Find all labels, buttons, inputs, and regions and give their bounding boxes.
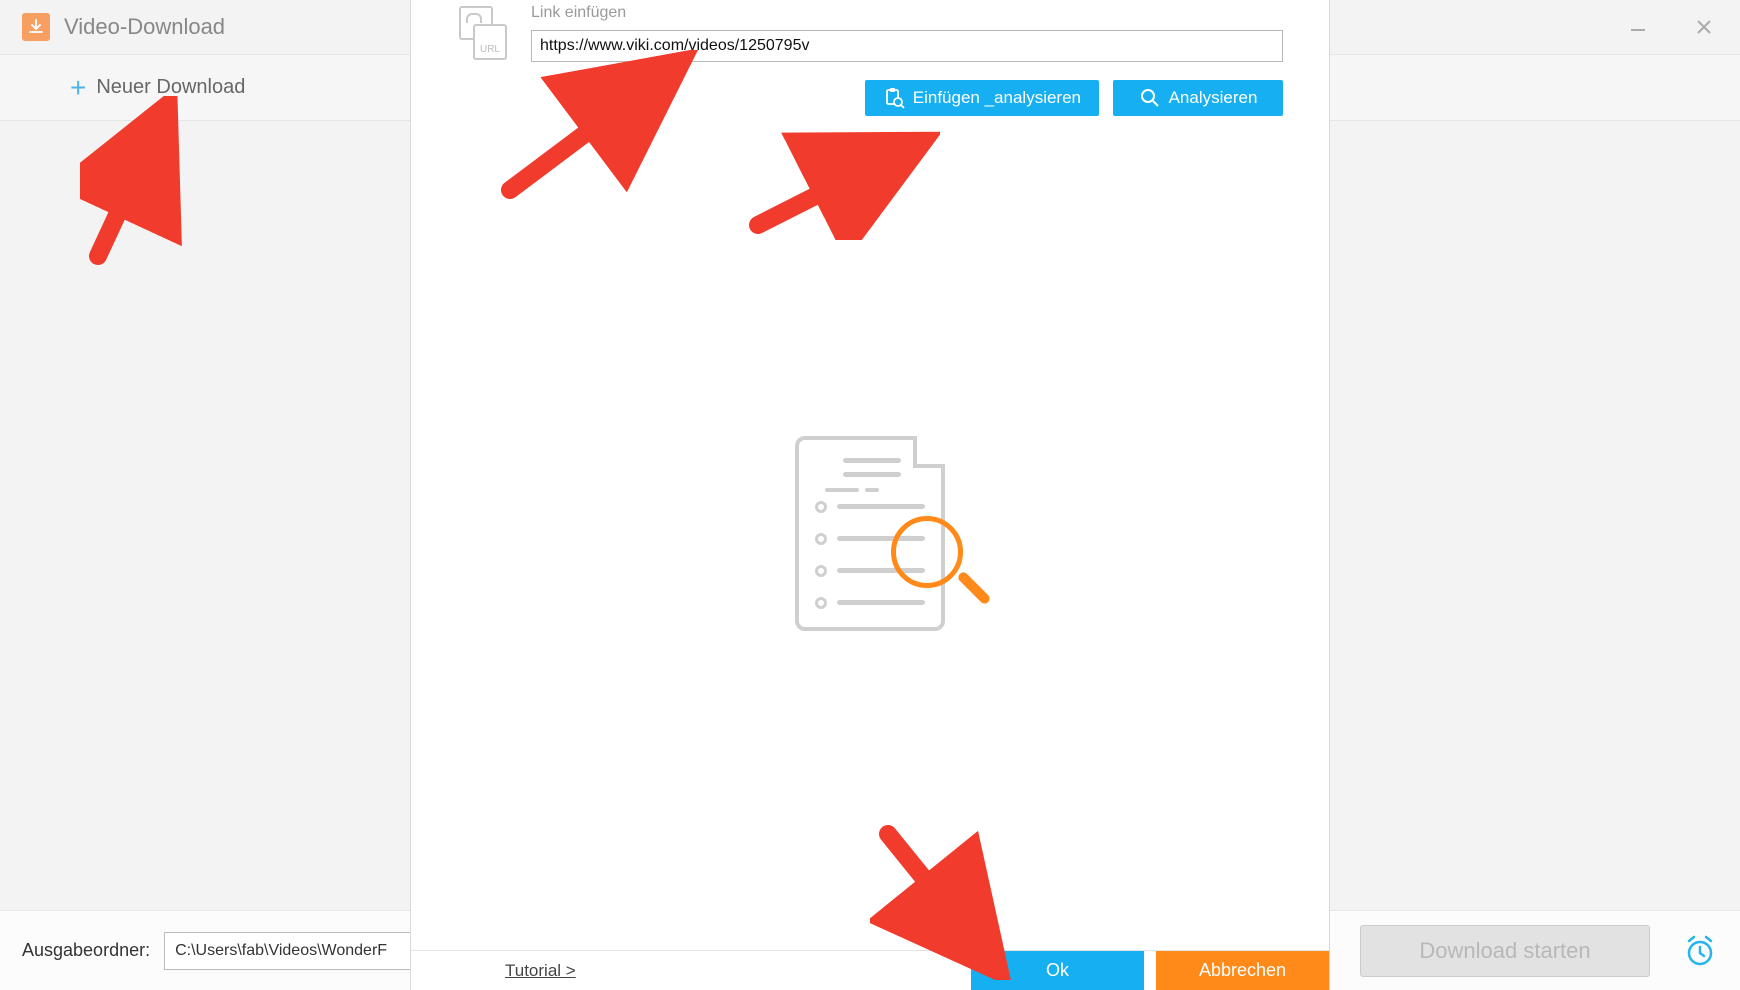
clipboard-search-icon — [883, 87, 905, 109]
url-input[interactable] — [531, 30, 1283, 62]
analyze-label: Analysieren — [1169, 88, 1258, 108]
cancel-button[interactable]: Abbrechen — [1156, 951, 1329, 990]
paste-analyze-button[interactable]: Einfügen _analysieren — [865, 80, 1099, 116]
url-document-icon: URL — [455, 6, 511, 64]
dialog-body — [411, 116, 1329, 950]
link-insert-label: Link einfügen — [531, 4, 1285, 22]
ok-button[interactable]: Ok — [971, 951, 1144, 990]
dialog-footer: Tutorial > Ok Abbrechen — [411, 950, 1329, 990]
magnifier-icon — [891, 516, 963, 588]
search-icon — [1139, 87, 1161, 109]
add-url-dialog: URL Link einfügen Einfügen _analysieren … — [410, 0, 1330, 990]
download-start-button[interactable]: Download starten — [1360, 925, 1650, 977]
analyze-button[interactable]: Analysieren — [1113, 80, 1283, 116]
paste-analyze-label: Einfügen _analysieren — [913, 88, 1081, 108]
scheduler-icon[interactable] — [1682, 933, 1718, 969]
output-folder-label: Ausgabeordner: — [22, 940, 150, 961]
tutorial-link[interactable]: Tutorial > — [505, 961, 576, 981]
output-folder-path[interactable]: C:\Users\fab\Videos\WonderF — [164, 932, 414, 970]
